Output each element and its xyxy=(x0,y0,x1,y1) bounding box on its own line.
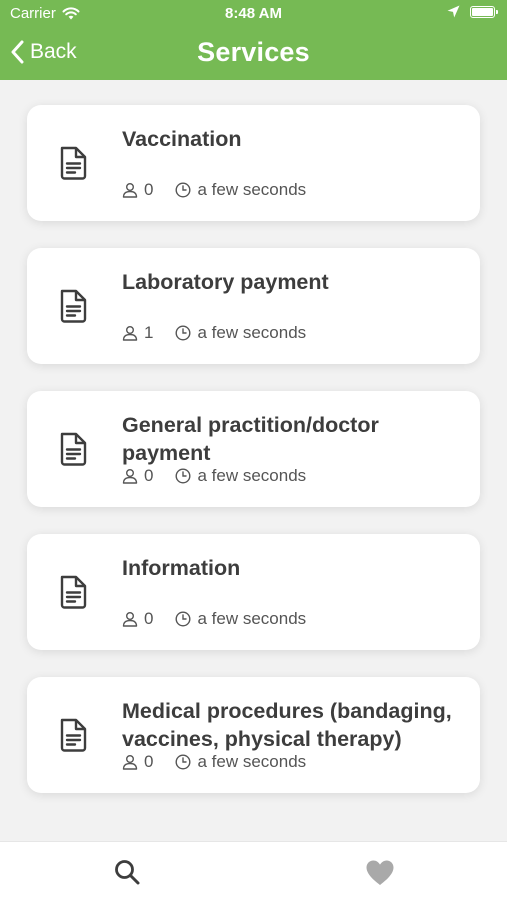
service-title: Medical procedures (bandaging, vaccines,… xyxy=(122,699,452,751)
updated-time: a few seconds xyxy=(197,466,307,485)
heart-icon xyxy=(366,860,394,885)
tab-search[interactable] xyxy=(107,854,147,890)
status-bar: Carrier 8:48 AM xyxy=(0,0,507,28)
updated-time: a few seconds xyxy=(197,752,307,771)
app-header: Carrier 8:48 AM Back Services xyxy=(0,0,507,80)
document-icon xyxy=(60,289,87,323)
service-meta: 0 a few seconds xyxy=(122,180,306,200)
service-card-medical-procedures[interactable]: Medical procedures (bandaging, vaccines,… xyxy=(27,677,480,793)
document-icon xyxy=(60,575,87,609)
user-icon xyxy=(122,755,138,770)
service-meta: 1 a few seconds xyxy=(122,323,306,343)
document-icon xyxy=(60,146,87,180)
status-right-group xyxy=(447,5,498,18)
service-meta: 0 a few seconds xyxy=(122,752,306,772)
service-title: Information xyxy=(122,556,241,580)
document-icon xyxy=(60,432,87,466)
clock-icon xyxy=(175,468,191,484)
user-icon xyxy=(122,183,138,198)
document-icon xyxy=(60,718,87,752)
clock-icon xyxy=(175,611,191,627)
clock-icon xyxy=(175,754,191,770)
service-title: General practition/doctor payment xyxy=(122,413,379,465)
service-card-general-practitioner-payment[interactable]: General practition/doctor payment 0 a fe… xyxy=(27,391,480,507)
battery-icon xyxy=(470,5,498,18)
location-arrow-icon xyxy=(447,5,460,18)
user-count: 1 xyxy=(144,323,154,342)
tab-favorites[interactable] xyxy=(360,854,400,890)
user-count: 0 xyxy=(144,466,154,485)
service-title: Vaccination xyxy=(122,127,242,151)
services-list: Vaccination 0 a few seconds Laboratory p… xyxy=(0,80,507,841)
clock-icon xyxy=(175,182,191,198)
service-card-information[interactable]: Information 0 a few seconds xyxy=(27,534,480,650)
tab-bar xyxy=(0,841,507,900)
service-card-laboratory-payment[interactable]: Laboratory payment 1 a few seconds xyxy=(27,248,480,364)
status-time: 8:48 AM xyxy=(225,5,282,22)
updated-time: a few seconds xyxy=(197,323,307,342)
user-count: 0 xyxy=(144,609,154,628)
service-meta: 0 a few seconds xyxy=(122,466,306,486)
clock-icon xyxy=(175,325,191,341)
user-icon xyxy=(122,469,138,484)
search-icon xyxy=(115,860,140,885)
service-card-vaccination[interactable]: Vaccination 0 a few seconds xyxy=(27,105,480,221)
page-title: Services xyxy=(197,37,310,67)
user-count: 0 xyxy=(144,752,154,771)
user-icon xyxy=(122,612,138,627)
service-meta: 0 a few seconds xyxy=(122,609,306,629)
updated-time: a few seconds xyxy=(197,609,307,628)
updated-time: a few seconds xyxy=(197,180,307,199)
service-title: Laboratory payment xyxy=(122,270,329,294)
user-count: 0 xyxy=(144,180,154,199)
user-icon xyxy=(122,326,138,341)
